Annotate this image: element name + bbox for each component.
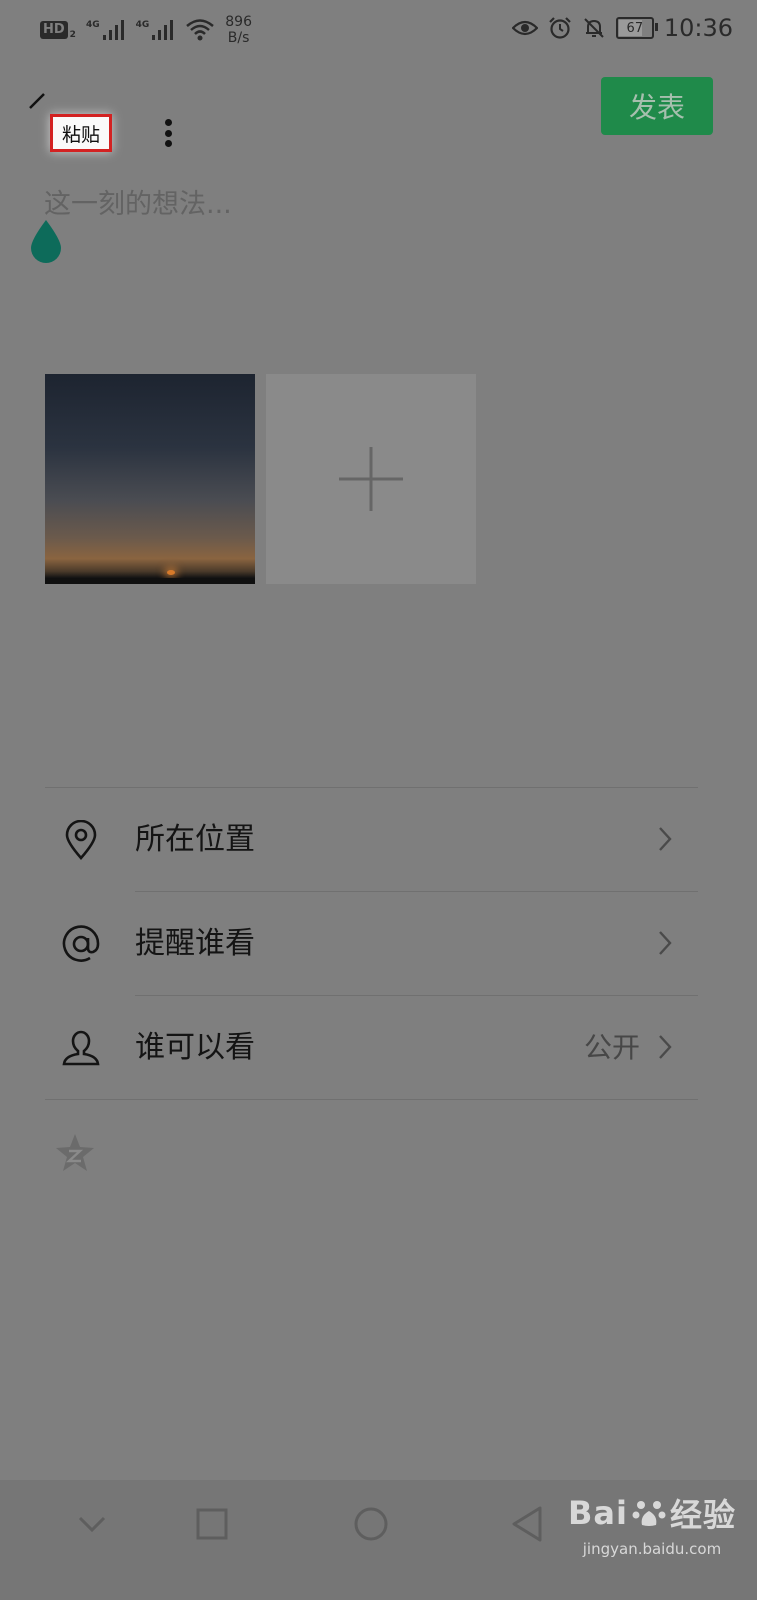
menu-item-label: 所在位置 <box>135 822 255 857</box>
publish-label: 发表 <box>628 91 685 124</box>
menu-item-label: 谁可以看 <box>135 1030 255 1065</box>
speed-value: 896 <box>225 14 252 30</box>
divider <box>45 1099 698 1100</box>
hd-sim-number: 2 <box>69 30 76 40</box>
battery-icon: 67 <box>615 17 658 39</box>
menu-item-visibility[interactable]: 谁可以看 公开 <box>45 996 698 1100</box>
mute-bell-icon <box>584 18 604 38</box>
chevron-right-icon <box>659 1035 672 1059</box>
watermark-logo: Bai 经验 <box>568 1490 736 1536</box>
person-icon <box>61 1028 101 1068</box>
horizon-ground <box>45 578 255 584</box>
paste-button[interactable]: 粘贴 <box>50 114 112 152</box>
network-type-2: 4G <box>135 20 150 30</box>
menu-item-remind[interactable]: 提醒谁看 <box>45 892 698 996</box>
text-selection-handle-icon[interactable] <box>27 218 65 266</box>
chevron-down-icon[interactable] <box>76 1502 108 1546</box>
post-text-input[interactable]: 这一刻的想法... <box>44 182 232 221</box>
chevron-right-icon <box>659 931 672 955</box>
network-speed: 896 B/s <box>225 14 252 46</box>
recent-apps-icon[interactable] <box>195 1502 229 1546</box>
baidu-jingyan-watermark: Bai 经验 jingyan.baidu.com <box>568 1490 736 1558</box>
back-icon[interactable] <box>510 1502 544 1546</box>
sunset-sun <box>167 570 175 575</box>
more-options-icon[interactable] <box>160 116 176 150</box>
plus-icon <box>339 447 403 511</box>
at-icon <box>61 924 101 964</box>
status-right: 67 10:36 <box>511 14 733 42</box>
battery-level: 67 <box>626 20 644 36</box>
hd-badge: HD <box>40 21 68 39</box>
wifi-icon <box>186 19 215 41</box>
network-type-1: 4G <box>85 20 100 30</box>
speed-unit: B/s <box>227 30 250 46</box>
publish-button[interactable]: 发表 <box>601 77 713 135</box>
signal-icon <box>102 20 124 40</box>
watermark-url: jingyan.baidu.com <box>582 1540 722 1558</box>
qzone-star-icon[interactable] <box>54 1132 96 1174</box>
text-cursor-icon <box>29 93 45 109</box>
home-icon[interactable] <box>352 1502 390 1546</box>
watermark-brand: Bai <box>568 1494 628 1532</box>
menu-item-value: 公开 <box>583 1031 640 1064</box>
chevron-right-icon <box>659 827 672 851</box>
menu-item-location[interactable]: 所在位置 <box>45 788 698 892</box>
add-photo-button[interactable] <box>266 374 476 584</box>
status-left: HD 2 4G 4G 896 B/s <box>40 14 252 46</box>
menu-item-label: 提醒谁看 <box>135 926 255 961</box>
paste-label: 粘贴 <box>61 123 100 146</box>
status-bar: HD 2 4G 4G 896 B/s 67 10:36 <box>0 0 757 66</box>
clock: 10:36 <box>663 14 733 42</box>
signal-icon <box>152 20 174 40</box>
selected-photo-thumbnail[interactable] <box>45 374 255 584</box>
eye-icon <box>511 20 538 36</box>
location-pin-icon <box>61 820 101 860</box>
alarm-icon <box>549 17 571 39</box>
paw-icon <box>632 1501 666 1526</box>
watermark-brand-cn: 经验 <box>669 1496 736 1534</box>
screen: HD 2 4G 4G 896 B/s 67 10:36 粘贴 发表 这一刻的想法… <box>0 0 757 1600</box>
